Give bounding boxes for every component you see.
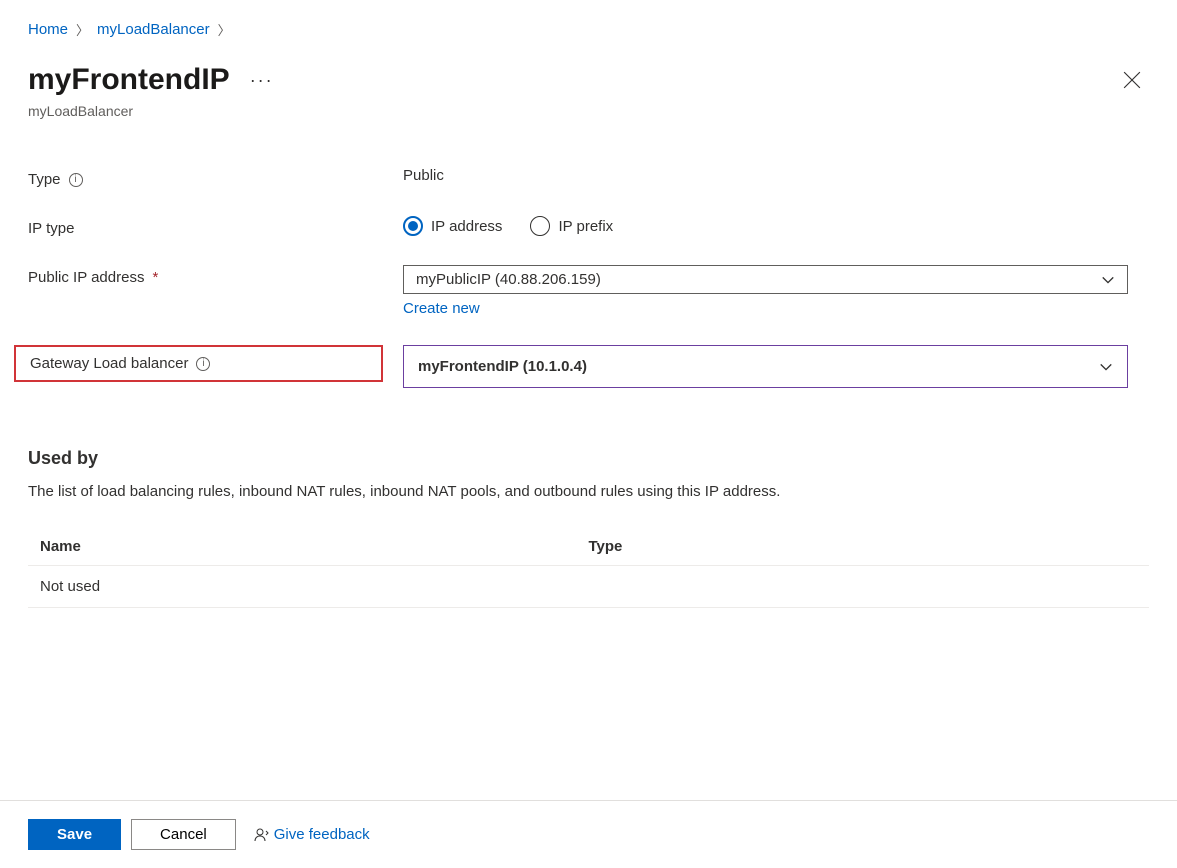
public-ip-select[interactable]: myPublicIP (40.88.206.159) [403, 265, 1128, 294]
chevron-down-icon [1099, 360, 1113, 374]
gateway-select[interactable]: myFrontendIP (10.1.0.4) [403, 345, 1128, 388]
table-row: Not used [28, 566, 1149, 608]
table-cell-name: Not used [40, 578, 589, 595]
page-title: myFrontendIP [28, 63, 230, 97]
public-ip-label: Public IP address [28, 269, 144, 286]
ip-type-radio-group: IP address IP prefix [403, 216, 1128, 236]
public-ip-value: myPublicIP (40.88.206.159) [416, 271, 601, 288]
breadcrumb: Home 〉 myLoadBalancer 〉 [28, 20, 1149, 39]
chevron-down-icon [1101, 273, 1115, 287]
radio-ip-prefix[interactable]: IP prefix [530, 216, 613, 236]
radio-ip-address-label: IP address [431, 218, 502, 235]
gateway-label: Gateway Load balancer [30, 355, 188, 372]
type-label: Type [28, 171, 61, 188]
required-indicator: * [152, 269, 158, 286]
radio-ip-prefix-label: IP prefix [558, 218, 613, 235]
feedback-icon [254, 827, 270, 843]
give-feedback-label: Give feedback [274, 826, 370, 843]
chevron-right-icon: 〉 [218, 20, 231, 39]
footer: Save Cancel Give feedback [0, 800, 1177, 850]
table-cell-type [589, 578, 1138, 595]
give-feedback-link[interactable]: Give feedback [254, 826, 370, 843]
used-by-description: The list of load balancing rules, inboun… [28, 483, 1149, 500]
close-icon [1123, 71, 1141, 89]
table-header-name: Name [40, 538, 589, 555]
breadcrumb-loadbalancer[interactable]: myLoadBalancer [97, 21, 210, 38]
close-button[interactable] [1115, 63, 1149, 101]
gateway-label-highlight: Gateway Load balancer i [14, 345, 383, 382]
info-icon[interactable]: i [69, 173, 83, 187]
info-icon[interactable]: i [196, 357, 210, 371]
used-by-title: Used by [28, 448, 1149, 469]
used-by-table: Name Type Not used [28, 528, 1149, 608]
page-subtitle: myLoadBalancer [28, 103, 1149, 119]
radio-ip-address[interactable]: IP address [403, 216, 502, 236]
create-new-link[interactable]: Create new [403, 300, 480, 317]
more-actions-button[interactable]: ··· [246, 66, 278, 95]
breadcrumb-home[interactable]: Home [28, 21, 68, 38]
save-button[interactable]: Save [28, 819, 121, 850]
chevron-right-icon: 〉 [76, 20, 89, 39]
cancel-button[interactable]: Cancel [131, 819, 236, 850]
gateway-value: myFrontendIP (10.1.0.4) [418, 358, 587, 375]
table-header-type: Type [589, 538, 1138, 555]
ip-type-label: IP type [28, 220, 74, 237]
type-value: Public [403, 167, 444, 184]
